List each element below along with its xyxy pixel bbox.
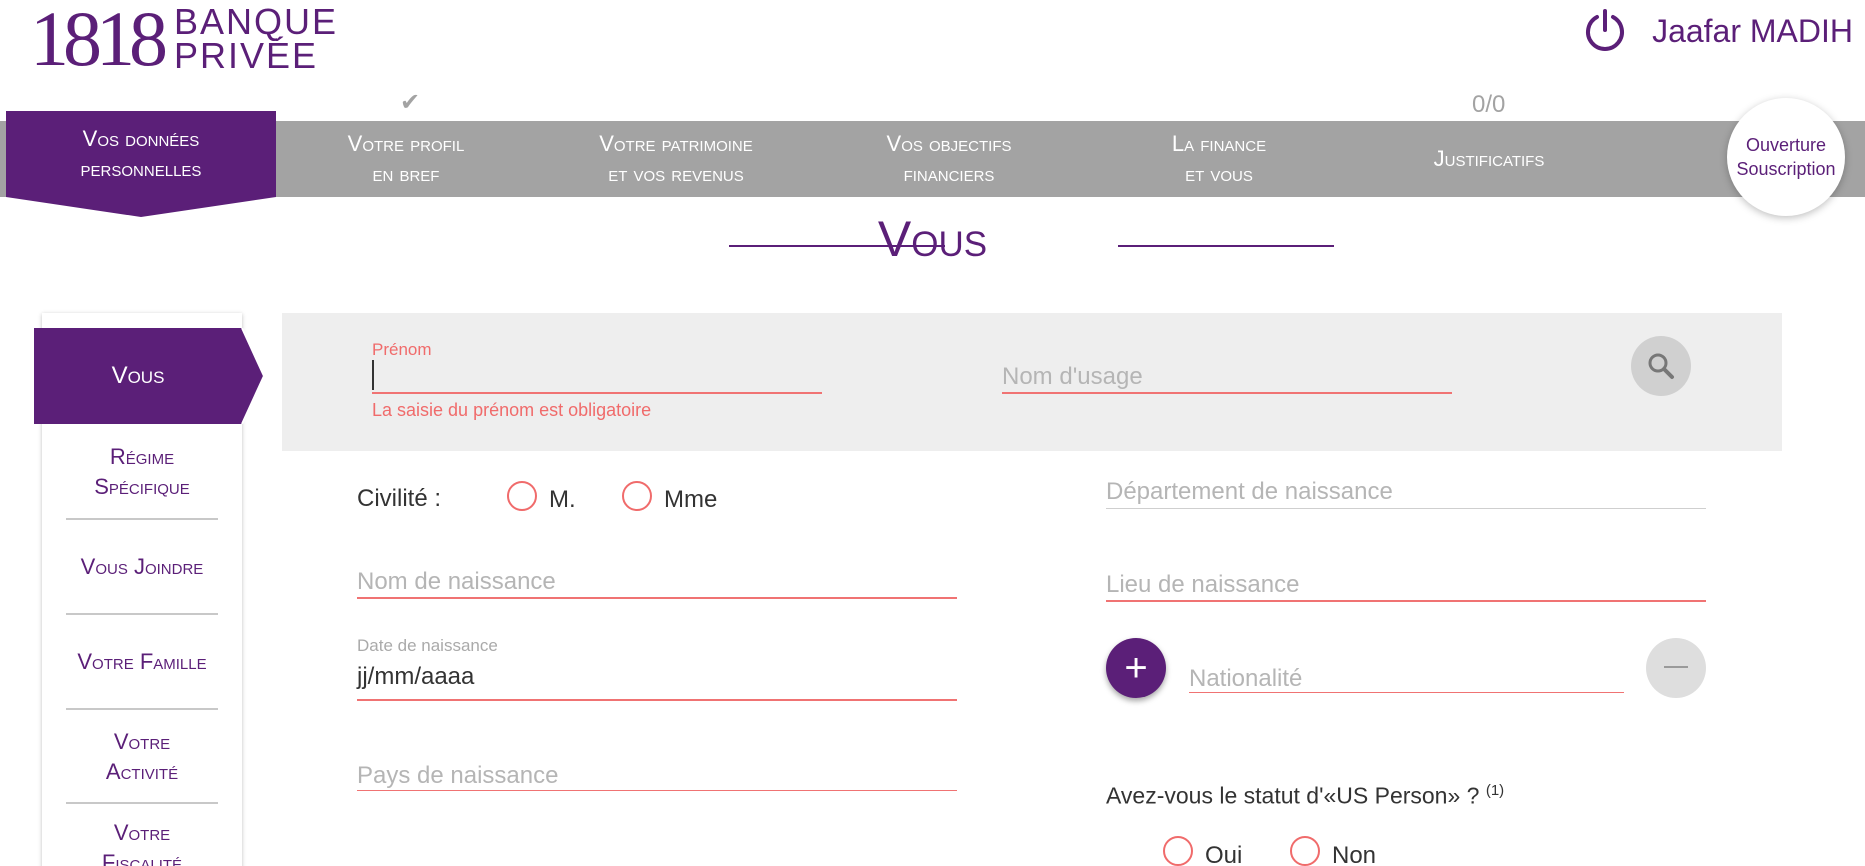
tab-vos-objectifs[interactable]: Vos objectifs financiers bbox=[836, 121, 1062, 197]
civilite-label: Civilité : bbox=[357, 485, 442, 512]
tab-label-line1: La finance bbox=[1171, 131, 1267, 156]
tab-label-line2: personnelles bbox=[80, 156, 202, 181]
brand-name-line2: PRIVÉE bbox=[174, 35, 319, 76]
user-name[interactable]: Jaafar MADIH bbox=[1652, 13, 1853, 50]
ouverture-souscription-button[interactable]: Ouverture Souscription bbox=[1727, 98, 1845, 216]
civilite-radio-mme[interactable] bbox=[622, 481, 652, 511]
tab-label-line1: Votre profil bbox=[347, 131, 465, 156]
nationalite-input[interactable]: Nationalité bbox=[1189, 665, 1302, 693]
brand-name: BANQUE PRIVÉE bbox=[174, 1, 339, 76]
check-icon: ✔ bbox=[400, 89, 421, 116]
departement-underline bbox=[1106, 508, 1706, 509]
nationalite-underline bbox=[1189, 692, 1624, 693]
tab-label-line2: en bref bbox=[372, 161, 440, 186]
date-naissance-input[interactable]: jj/mm/aaaa bbox=[357, 663, 474, 691]
user-menu: Jaafar MADIH bbox=[1582, 8, 1853, 54]
page-title: Vous bbox=[877, 211, 988, 267]
side-label-line1: Vous Joindre bbox=[80, 554, 204, 579]
us-person-footnote: (1) bbox=[1485, 782, 1505, 799]
search-icon bbox=[1648, 353, 1674, 379]
side-divider bbox=[66, 518, 218, 520]
civilite-radio-m[interactable] bbox=[507, 481, 537, 511]
brand-number: 1818 bbox=[30, 0, 168, 82]
prenom-label: Prénom bbox=[372, 340, 432, 359]
side-label-line1: Régime bbox=[109, 444, 175, 469]
pays-naissance-input[interactable]: Pays de naissance bbox=[357, 762, 558, 790]
prenom-input[interactable] bbox=[372, 360, 374, 390]
remove-nationalite-button[interactable] bbox=[1646, 638, 1706, 698]
side-item-vous-joindre[interactable]: Vous Joindre bbox=[42, 535, 242, 599]
us-person-radio-oui[interactable] bbox=[1163, 836, 1193, 866]
departement-naissance-input[interactable]: Département de naissance bbox=[1106, 478, 1393, 506]
us-person-option-non: Non bbox=[1332, 842, 1377, 866]
lieu-naissance-input[interactable]: Lieu de naissance bbox=[1106, 571, 1299, 599]
us-person-radio-non[interactable] bbox=[1290, 836, 1320, 866]
prenom-error: La saisie du prénom est obligatoire bbox=[372, 400, 652, 420]
search-button[interactable] bbox=[1631, 336, 1691, 396]
tab-label-line2: et vos revenus bbox=[608, 161, 744, 186]
side-label-line2: Activité bbox=[105, 759, 179, 784]
brand-logo: 1818 BANQUE PRIVÉE bbox=[30, 0, 339, 82]
add-nationalite-button[interactable]: + bbox=[1106, 638, 1166, 698]
date-naissance-label: Date de naissance bbox=[357, 636, 498, 655]
side-item-regime-specifique[interactable]: Régime Spécifique bbox=[42, 440, 242, 504]
civilite-option-m: M. bbox=[549, 486, 576, 513]
tab-justificatifs[interactable]: Justificatifs bbox=[1376, 121, 1602, 197]
ouverture-line2: Souscription bbox=[1736, 159, 1836, 179]
tab-label-line1: Vos objectifs bbox=[886, 131, 1012, 156]
side-label-line1: Votre bbox=[113, 729, 171, 754]
lieu-naissance-underline bbox=[1106, 600, 1706, 602]
power-icon[interactable] bbox=[1582, 8, 1628, 54]
tab-votre-patrimoine[interactable]: Votre patrimoine et vos revenus bbox=[546, 121, 806, 197]
side-divider bbox=[66, 802, 218, 804]
us-person-option-oui: Oui bbox=[1205, 842, 1243, 866]
tab-label-line2: et vous bbox=[1185, 161, 1253, 186]
tab-label-line1: Votre patrimoine bbox=[599, 131, 753, 156]
side-item-votre-famille[interactable]: Votre Famille bbox=[42, 630, 242, 694]
side-divider bbox=[66, 613, 218, 615]
brand-name-line1: BANQUE bbox=[174, 1, 339, 42]
progress-counter: 0/0 bbox=[1472, 91, 1506, 118]
civilite-option-mme: Mme bbox=[664, 486, 718, 513]
nom-usage-underline bbox=[1002, 392, 1452, 394]
nom-naissance-underline bbox=[357, 597, 957, 599]
minus-icon bbox=[1664, 666, 1688, 668]
tab-label-line1: Vos données bbox=[82, 126, 200, 151]
tab-vos-donnees[interactable]: Vos données personnelles bbox=[6, 111, 276, 197]
side-item-vous[interactable]: Vous bbox=[34, 328, 242, 424]
nom-usage-input[interactable]: Nom d'usage bbox=[1002, 363, 1143, 391]
side-label-line2: Fiscalité bbox=[101, 850, 183, 866]
tab-label-line2: financiers bbox=[903, 161, 995, 186]
side-item-votre-fiscalite[interactable]: Votre Fiscalité bbox=[42, 818, 242, 866]
side-item-votre-activite[interactable]: Votre Activité bbox=[42, 725, 242, 789]
side-divider bbox=[66, 708, 218, 710]
date-naissance-underline bbox=[357, 699, 957, 701]
tab-votre-profil[interactable]: Votre profil en bref bbox=[296, 121, 516, 197]
us-person-question: Avez-vous le statut d'«US Person» ? (1) bbox=[1106, 782, 1504, 810]
tab-label-line1: Justificatifs bbox=[1433, 146, 1545, 171]
prenom-underline bbox=[372, 392, 822, 394]
side-label-line1: Votre Famille bbox=[77, 649, 207, 674]
nom-naissance-input[interactable]: Nom de naissance bbox=[357, 568, 556, 596]
tab-la-finance[interactable]: La finance et vous bbox=[1106, 121, 1332, 197]
plus-icon: + bbox=[1124, 646, 1148, 690]
top-nav: Vos données personnelles Votre profil en… bbox=[0, 111, 1865, 197]
side-label-line1: Votre bbox=[113, 820, 171, 845]
ouverture-line1: Ouverture bbox=[1745, 135, 1827, 155]
us-person-question-text: Avez-vous le statut d'«US Person» ? bbox=[1106, 782, 1480, 809]
pays-naissance-underline bbox=[357, 790, 957, 791]
side-label-line2: Spécifique bbox=[94, 474, 190, 499]
